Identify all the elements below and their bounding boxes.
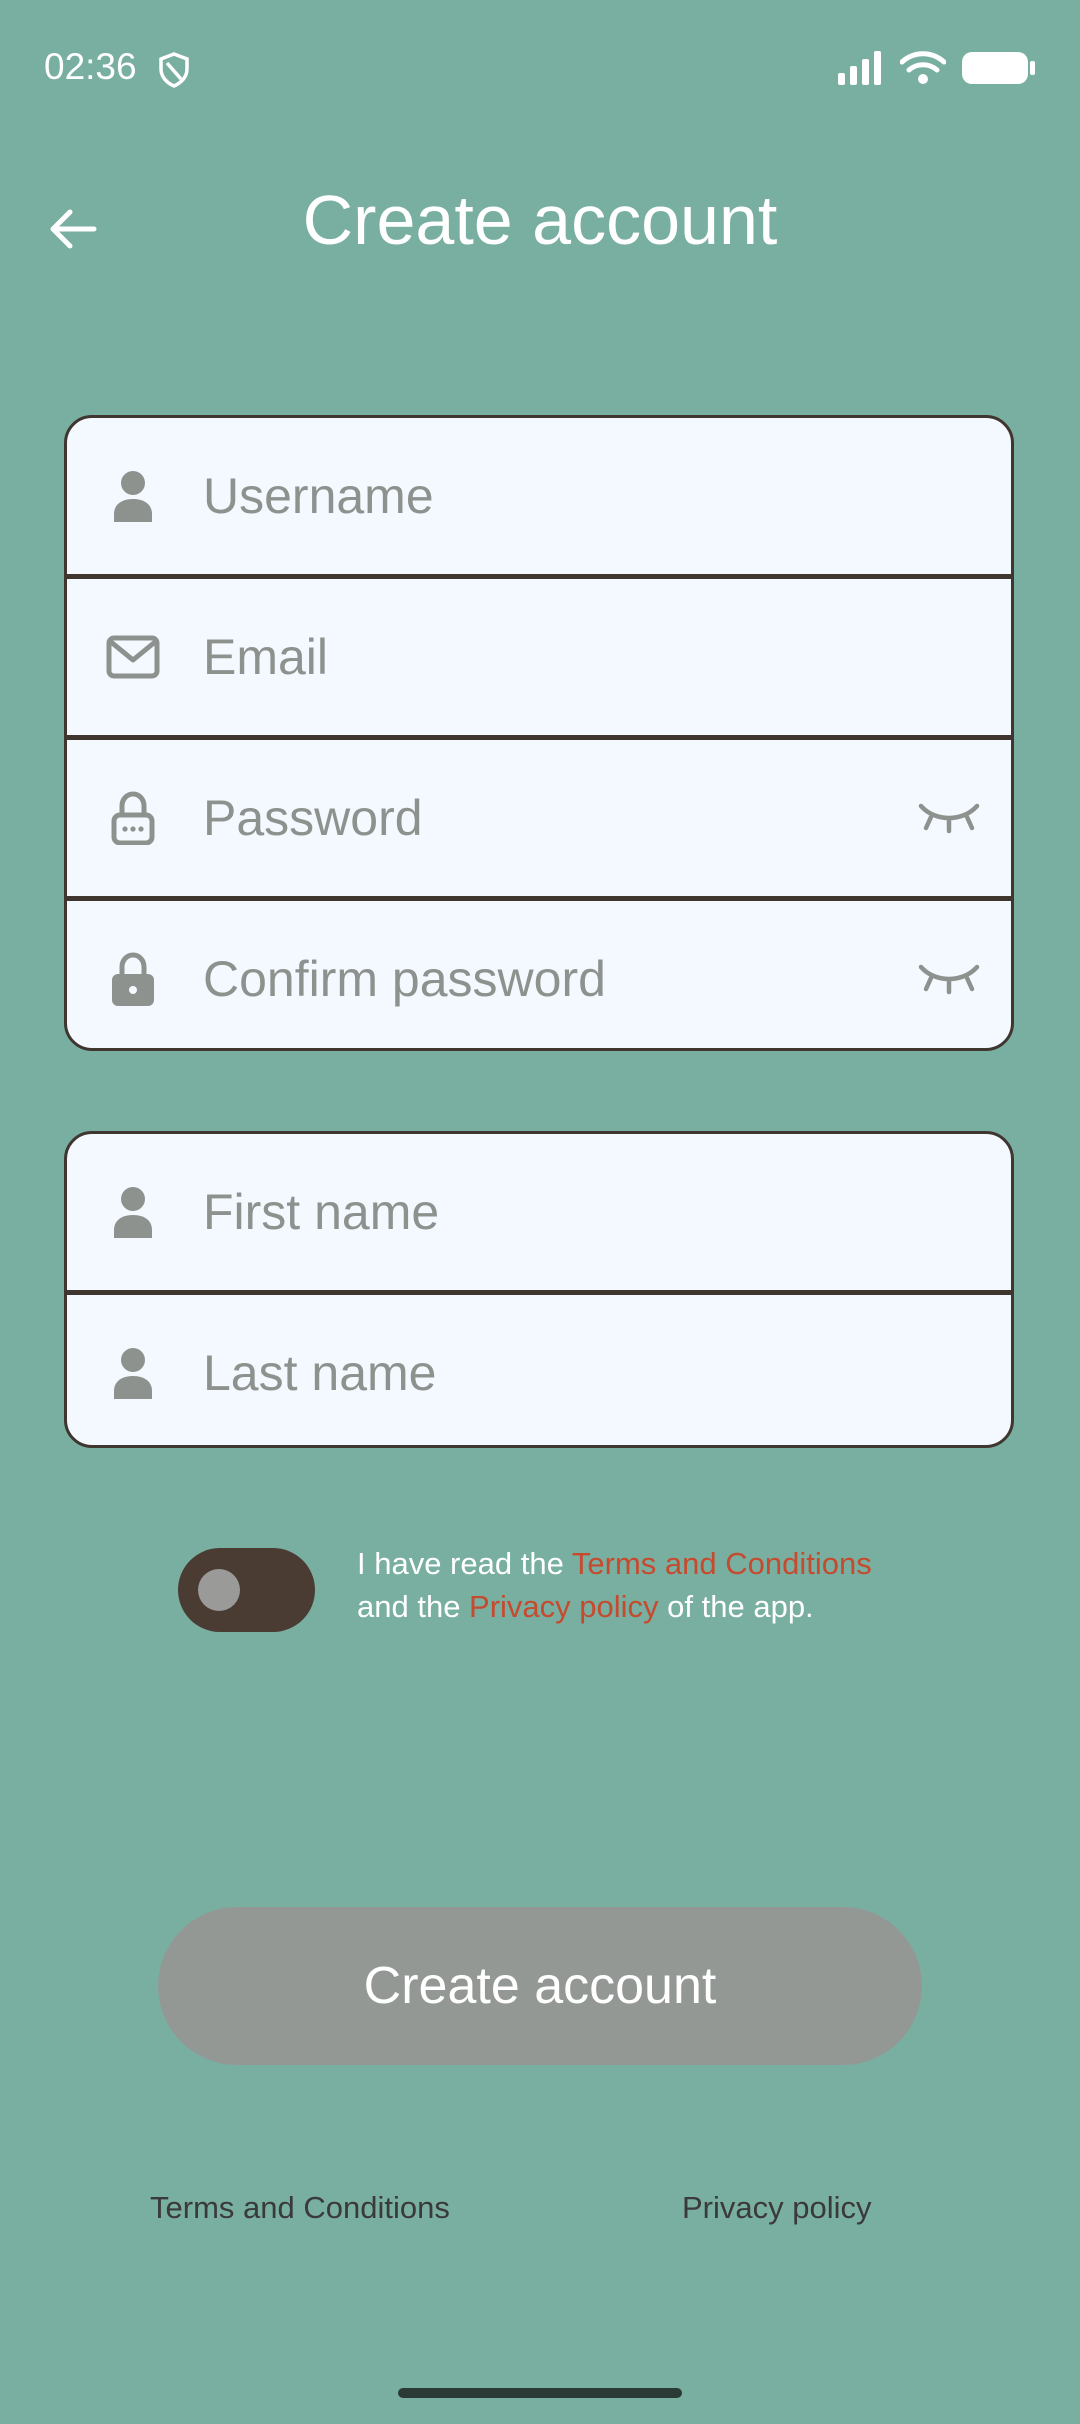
last-name-input[interactable] — [201, 1295, 891, 1445]
mail-icon — [105, 629, 161, 685]
password-field — [67, 740, 1011, 896]
signal-icon — [838, 51, 884, 90]
app-header: Create account — [0, 150, 1080, 300]
footer-privacy-link[interactable]: Privacy policy — [682, 2190, 872, 2226]
wifi-icon — [899, 50, 947, 91]
name-card — [64, 1131, 1014, 1448]
consent-line-1: I have read the Terms and Conditions — [357, 1542, 872, 1585]
battery-icon — [962, 50, 1036, 91]
lock-password-icon — [105, 790, 161, 846]
consent-middle: and the — [357, 1589, 470, 1624]
lock-icon — [105, 951, 161, 1007]
username-input[interactable] — [201, 418, 891, 574]
consent-suffix: of the app. — [658, 1589, 814, 1624]
email-input[interactable] — [201, 579, 891, 735]
status-bar: 02:36 — [0, 0, 1080, 140]
toggle-knob — [198, 1569, 240, 1611]
last-name-field — [67, 1295, 1011, 1445]
consent-prefix: I have read the — [357, 1546, 572, 1581]
person-icon — [105, 1345, 161, 1401]
person-icon — [105, 468, 161, 524]
eye-closed-icon[interactable] — [917, 959, 981, 999]
footer-terms-link[interactable]: Terms and Conditions — [150, 2190, 450, 2226]
consent-text: I have read the Terms and Conditions and… — [357, 1542, 872, 1628]
shield-icon — [158, 52, 190, 93]
person-icon — [105, 1184, 161, 1240]
first-name-field — [67, 1134, 1011, 1290]
create-account-button[interactable]: Create account — [158, 1907, 922, 2065]
home-indicator[interactable] — [398, 2388, 682, 2398]
first-name-input[interactable] — [201, 1134, 891, 1290]
username-field — [67, 418, 1011, 574]
page-title: Create account — [302, 181, 778, 259]
terms-consent-toggle[interactable] — [178, 1548, 315, 1632]
account-credentials-card — [64, 415, 1014, 1051]
email-field — [67, 579, 1011, 735]
consent-terms-link[interactable]: Terms and Conditions — [572, 1546, 872, 1581]
confirm-password-field — [67, 901, 1011, 1048]
eye-closed-icon[interactable] — [917, 798, 981, 838]
consent-line-2: and the Privacy policy of the app. — [357, 1585, 872, 1628]
consent-privacy-link[interactable]: Privacy policy — [469, 1589, 659, 1624]
status-icons — [838, 50, 1036, 91]
password-input[interactable] — [201, 740, 891, 896]
confirm-password-input[interactable] — [201, 901, 891, 1048]
status-time: 02:36 — [44, 46, 137, 87]
